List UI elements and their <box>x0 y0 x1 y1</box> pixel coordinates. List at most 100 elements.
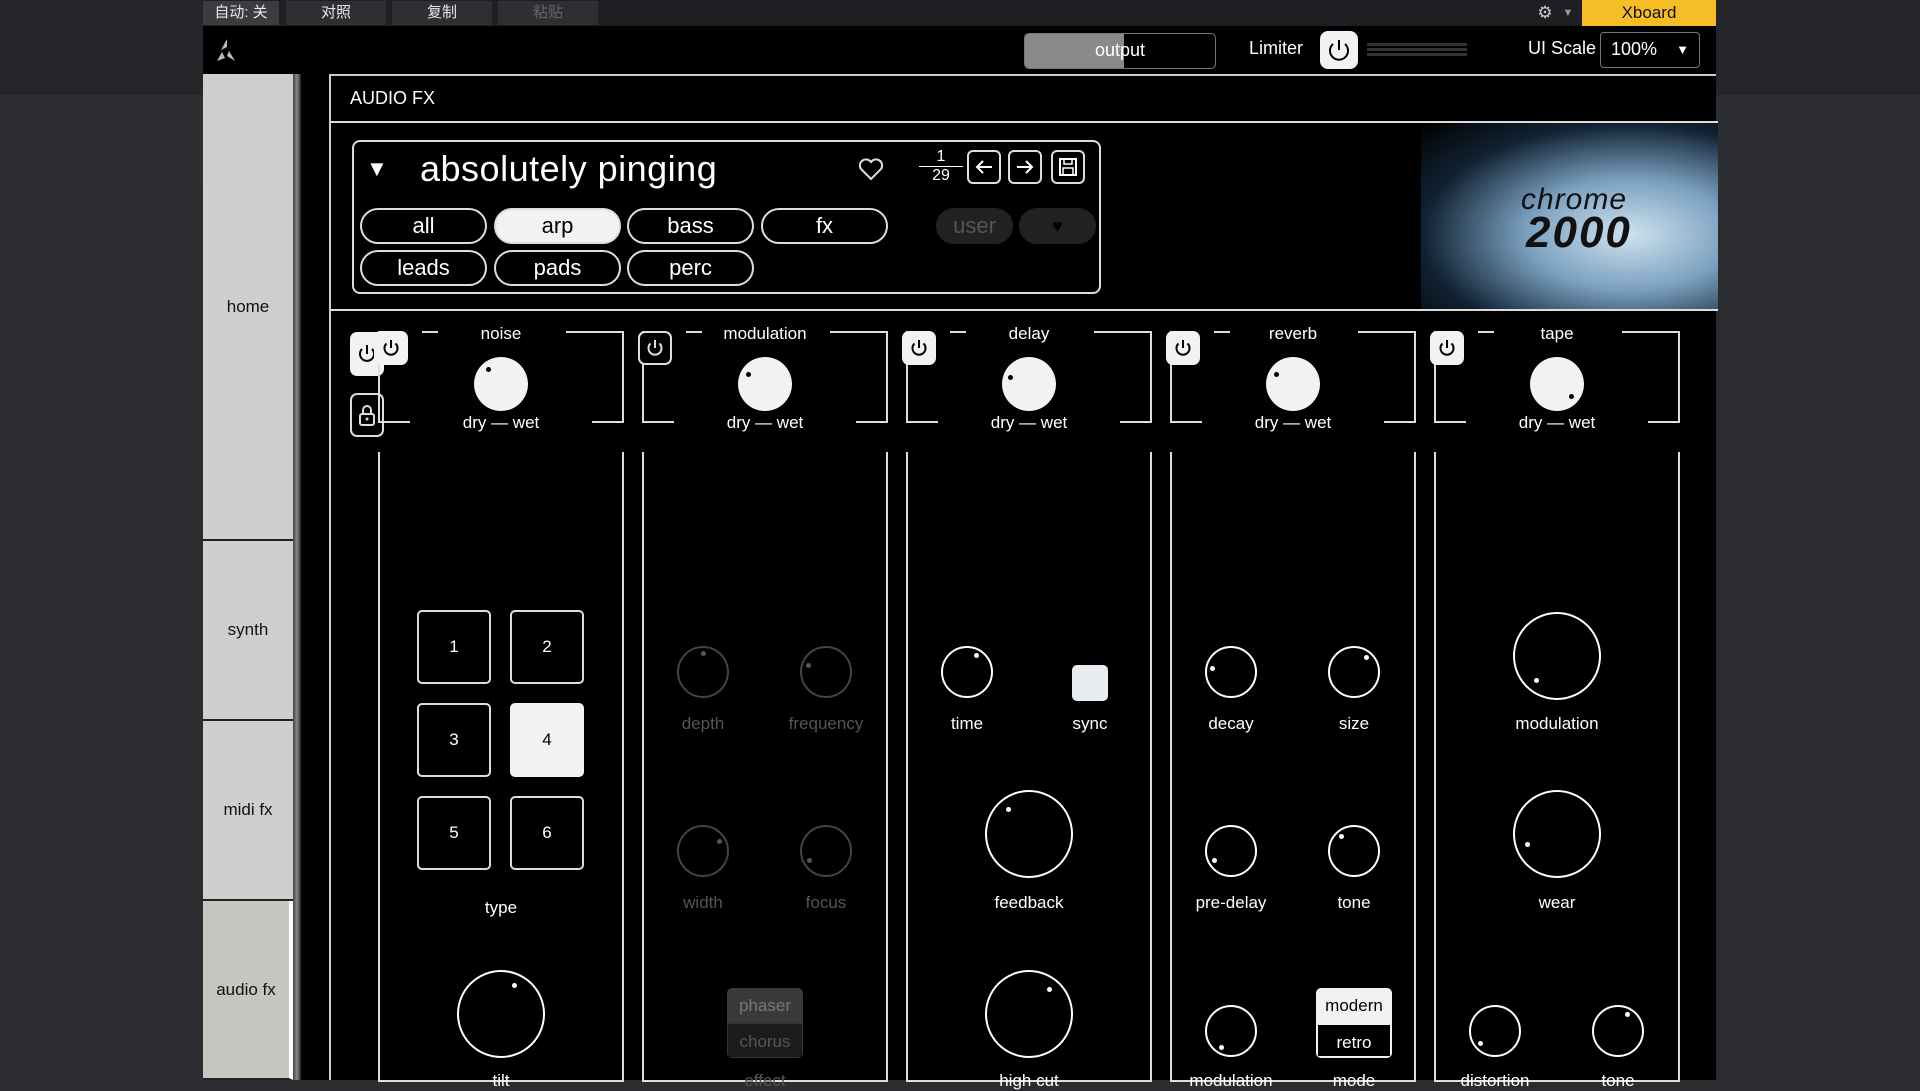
tape-power-button[interactable] <box>1430 331 1464 365</box>
reverb-modulation-knob[interactable] <box>1205 1005 1257 1057</box>
knob-indicator <box>1624 1012 1630 1018</box>
noise-tilt-knob[interactable] <box>457 970 545 1058</box>
modulation-drywet-knob[interactable] <box>738 357 792 411</box>
compare-button[interactable]: 对照 <box>286 1 386 25</box>
noise-type-3-button[interactable]: 3 <box>417 703 491 777</box>
category-chip-all[interactable]: all <box>360 208 487 244</box>
category-chip-perc[interactable]: perc <box>627 250 754 286</box>
reverb-predelay-knob[interactable] <box>1205 825 1257 877</box>
noise-drywet-knob[interactable] <box>474 357 528 411</box>
delay-highcut-knob[interactable] <box>985 970 1073 1058</box>
save-preset-button[interactable] <box>1051 150 1085 184</box>
tape-tone-knob[interactable] <box>1592 1005 1644 1057</box>
limiter-power-button[interactable] <box>1320 31 1358 69</box>
noise-title: noise <box>480 324 522 343</box>
tape-modulation-knob[interactable] <box>1513 612 1601 700</box>
reverb-power-button[interactable] <box>1166 331 1200 365</box>
favorites-filter-chip[interactable]: ♥ <box>1019 208 1096 244</box>
paste-button[interactable]: 粘贴 <box>498 1 598 25</box>
modulation-depth-label: depth <box>681 714 725 733</box>
delay-power-button[interactable] <box>902 331 936 365</box>
reverb-decay-knob[interactable] <box>1205 646 1257 698</box>
output-meter[interactable]: output <box>1024 33 1216 69</box>
reverb-tone-knob[interactable] <box>1328 825 1380 877</box>
tape-wear-label: wear <box>1538 893 1576 912</box>
divider <box>331 309 1718 311</box>
delay-sync-toggle[interactable] <box>1072 665 1108 701</box>
reverb-size-label: size <box>1338 714 1370 733</box>
auto-button[interactable]: 自动: 关 <box>203 1 279 25</box>
sidebar-item-synth[interactable]: synth <box>203 541 293 721</box>
tape-title: tape <box>1540 324 1574 343</box>
preset-index: 1 <box>919 148 963 167</box>
effect-option-phaser[interactable]: phaser <box>727 988 803 1023</box>
mode-option-modern[interactable]: modern <box>1316 988 1392 1023</box>
noise-type-5-button[interactable]: 5 <box>417 796 491 870</box>
category-chip-leads[interactable]: leads <box>360 250 487 286</box>
reverb-mode-selector[interactable]: modern retro <box>1316 988 1392 1058</box>
noise-type-6-button[interactable]: 6 <box>510 796 584 870</box>
gear-icon[interactable]: ⚙ <box>1534 2 1556 24</box>
knob-indicator <box>1219 1044 1225 1050</box>
modulation-depth-knob[interactable] <box>677 646 729 698</box>
prev-preset-button[interactable] <box>967 150 1001 184</box>
category-chip-bass[interactable]: bass <box>627 208 754 244</box>
sidebar-item-label: home <box>226 296 270 316</box>
copy-button[interactable]: 复制 <box>392 1 492 25</box>
preset-dropdown-icon[interactable]: ▼ <box>366 156 388 182</box>
modulation-focus-knob[interactable] <box>800 825 852 877</box>
arrow-left-icon <box>975 160 992 174</box>
category-chip-fx[interactable]: fx <box>761 208 888 244</box>
reverb-title: reverb <box>1268 324 1318 343</box>
xboard-button[interactable]: Xboard <box>1582 0 1716 26</box>
tape-modulation-label: modulation <box>1515 714 1599 733</box>
mode-option-retro[interactable]: retro <box>1316 1023 1392 1058</box>
knob-indicator <box>1046 987 1052 993</box>
noise-type-4-button[interactable]: 4 <box>510 703 584 777</box>
noise-power-button[interactable] <box>374 331 408 365</box>
knob-indicator <box>973 653 979 659</box>
sidebar-item-midi-fx[interactable]: midi fx <box>203 721 293 901</box>
knob-indicator <box>700 650 706 656</box>
delay-feedback-knob[interactable] <box>985 790 1073 878</box>
save-icon <box>1059 158 1077 176</box>
noise-type-1-button[interactable]: 1 <box>417 610 491 684</box>
delay-drywet-knob[interactable] <box>1002 357 1056 411</box>
tape-wear-knob[interactable] <box>1513 790 1601 878</box>
page-title: AUDIO FX <box>350 88 436 108</box>
noise-type-label: type <box>484 898 518 917</box>
category-chip-arp[interactable]: arp <box>494 208 621 244</box>
reverb-modulation-label: modulation <box>1189 1071 1273 1090</box>
divider <box>886 331 888 421</box>
chevron-down-icon[interactable]: ▼ <box>1558 2 1578 24</box>
user-filter-chip[interactable]: user <box>936 208 1013 244</box>
preset-total: 29 <box>932 167 950 184</box>
modulation-power-button[interactable] <box>638 331 672 365</box>
delay-time-label: time <box>950 714 984 733</box>
tape-distortion-knob[interactable] <box>1469 1005 1521 1057</box>
ui-scale-select[interactable]: 100% ▼ <box>1600 32 1700 68</box>
tape-drywet-label: dry — wet <box>1518 413 1596 432</box>
category-chip-pads[interactable]: pads <box>494 250 621 286</box>
preset-name[interactable]: absolutely pinging <box>420 148 717 190</box>
art-text: 2000 <box>1526 208 1632 257</box>
sidebar-item-label: audio fx <box>216 979 276 999</box>
sidebar-item-home[interactable]: home <box>203 74 293 541</box>
tape-drywet-knob[interactable] <box>1530 357 1584 411</box>
effect-option-chorus[interactable]: chorus <box>727 1023 803 1058</box>
divider <box>1414 331 1416 421</box>
power-icon <box>911 340 927 356</box>
modulation-frequency-knob[interactable] <box>800 646 852 698</box>
modulation-width-knob[interactable] <box>677 825 729 877</box>
reverb-decay-label: decay <box>1208 714 1254 733</box>
noise-type-2-button[interactable]: 2 <box>510 610 584 684</box>
modulation-effect-label: effect <box>744 1071 786 1090</box>
plugin-topbar: output Limiter UI Scale 100% ▼ <box>203 26 1716 74</box>
delay-time-knob[interactable] <box>941 646 993 698</box>
next-preset-button[interactable] <box>1008 150 1042 184</box>
reverb-size-knob[interactable] <box>1328 646 1380 698</box>
sidebar-item-audio-fx[interactable]: audio fx <box>203 901 293 1080</box>
heart-icon[interactable] <box>856 154 886 184</box>
modulation-effect-selector[interactable]: phaser chorus <box>727 988 803 1058</box>
reverb-drywet-knob[interactable] <box>1266 357 1320 411</box>
